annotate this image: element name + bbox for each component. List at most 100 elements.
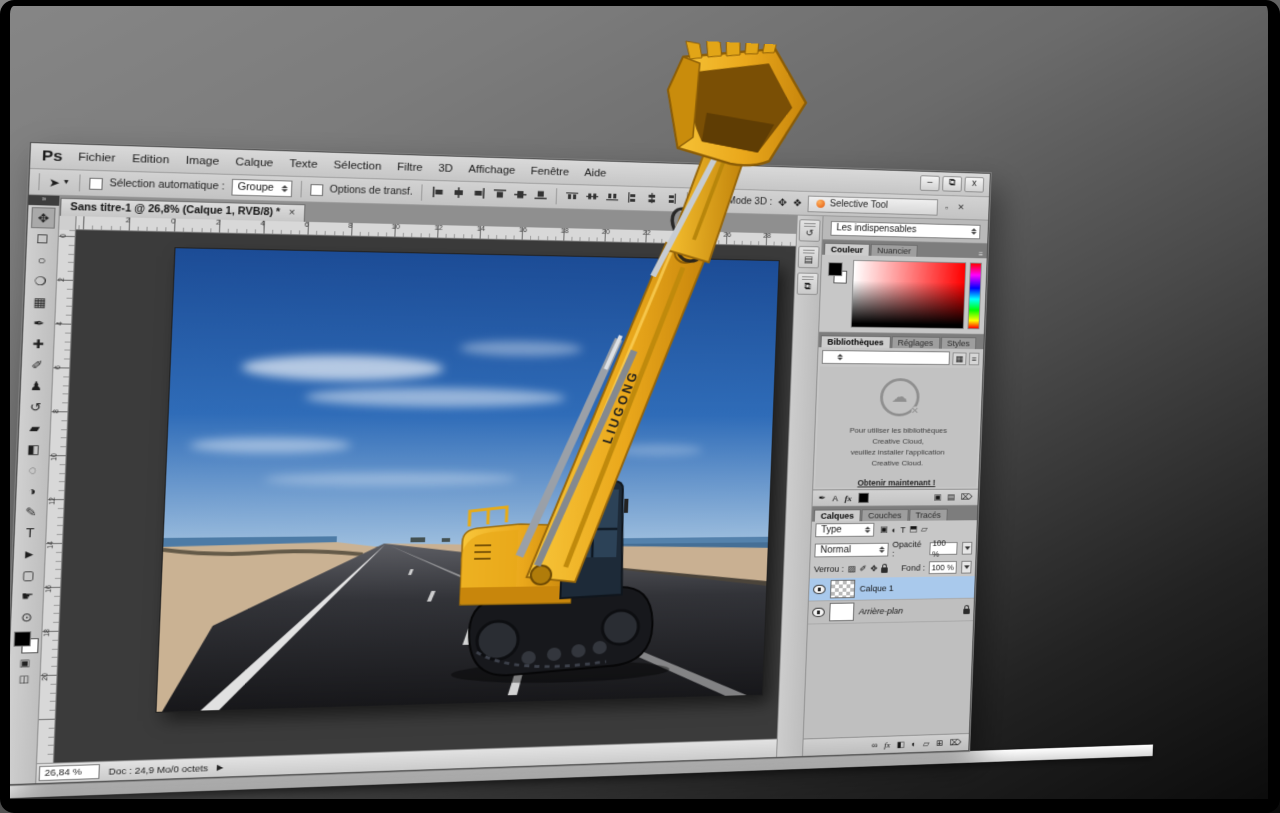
- shape-tool[interactable]: ▢: [16, 564, 41, 585]
- 3d-camera-icon[interactable]: ❖: [792, 197, 802, 209]
- group-layers-icon[interactable]: ▱: [923, 738, 930, 748]
- selective-tool-bar[interactable]: Selective Tool: [808, 195, 939, 215]
- filter-pixel-icon[interactable]: ▣: [880, 525, 888, 535]
- filter-type-icon[interactable]: T: [900, 525, 905, 534]
- quick-mask-mode[interactable]: ▣: [19, 658, 30, 669]
- stack-mini-icon[interactable]: ▤: [947, 492, 955, 502]
- info-panel-button[interactable]: ⧉: [797, 273, 819, 295]
- brush-tool[interactable]: ✐: [25, 354, 50, 375]
- workspace-dropdown[interactable]: Les indispensables: [830, 221, 980, 239]
- eraser-tool[interactable]: ▰: [22, 417, 47, 438]
- menu-affichage[interactable]: Affichage: [468, 163, 515, 176]
- layer-filter-dropdown[interactable]: Type: [815, 523, 874, 537]
- canvas-image[interactable]: [157, 248, 779, 712]
- menu-filtre[interactable]: Filtre: [397, 161, 423, 173]
- foreground-color-swatch[interactable]: [13, 631, 31, 646]
- auto-align-icon[interactable]: [696, 194, 710, 207]
- filter-shape-icon[interactable]: ⬒: [909, 524, 917, 534]
- distribute-bottom-icon[interactable]: [606, 191, 619, 204]
- 3d-rotate-icon[interactable]: ✥: [778, 197, 787, 209]
- tab-reglages[interactable]: Réglages: [891, 336, 940, 348]
- dodge-tool[interactable]: ◑: [20, 480, 45, 501]
- tab-calques[interactable]: Calques: [814, 509, 861, 521]
- properties-panel-button[interactable]: ▤: [798, 246, 820, 268]
- marquee-tool[interactable]: ☐: [30, 228, 55, 249]
- fx-icon[interactable]: fx: [845, 493, 852, 502]
- menu-edition[interactable]: Edition: [132, 153, 170, 166]
- pen-tool[interactable]: ✎: [19, 501, 44, 522]
- mask-mini-icon[interactable]: ▣: [933, 492, 941, 502]
- distribute-center-h-icon[interactable]: [646, 192, 658, 205]
- opacity-field[interactable]: 100 %: [929, 542, 957, 555]
- character-icon[interactable]: A: [832, 493, 838, 502]
- quick-selection-tool[interactable]: ❍: [28, 270, 53, 291]
- color-panel-swatches[interactable]: [824, 259, 849, 327]
- lock-all-icon[interactable]: [881, 567, 888, 573]
- healing-brush-tool[interactable]: ✚: [26, 333, 51, 354]
- fill-field[interactable]: 100 %: [929, 561, 957, 574]
- current-tool-icon[interactable]: ➤▼: [48, 175, 70, 190]
- auto-select-checkbox[interactable]: [89, 177, 103, 189]
- hue-strip[interactable]: [967, 262, 981, 329]
- close-button[interactable]: x: [964, 177, 984, 193]
- panel-menu-icon[interactable]: ≡: [975, 250, 987, 258]
- get-now-link[interactable]: Obtenir maintenant !: [857, 478, 935, 487]
- zoom-tool[interactable]: ⊙: [14, 606, 39, 627]
- tab-nuancier[interactable]: Nuancier: [870, 244, 917, 257]
- history-panel-button[interactable]: ↺: [799, 219, 821, 242]
- color-swatches[interactable]: [13, 631, 39, 654]
- grid-view-icon[interactable]: ▦: [952, 352, 966, 365]
- visibility-eye-icon[interactable]: [813, 585, 826, 594]
- layer-row-calque1[interactable]: Calque 1: [809, 576, 975, 601]
- align-bottom-icon[interactable]: [534, 189, 547, 203]
- minimize-button[interactable]: –: [920, 175, 940, 191]
- hand-tool[interactable]: ☛: [15, 585, 40, 606]
- layer-style-icon[interactable]: fx: [884, 740, 890, 749]
- menu-calque[interactable]: Calque: [235, 156, 273, 169]
- distribute-right-icon[interactable]: [665, 193, 677, 206]
- align-right-icon[interactable]: [473, 187, 486, 201]
- blend-mode-dropdown[interactable]: Normal: [814, 542, 888, 557]
- align-center-v-icon[interactable]: [514, 188, 527, 202]
- distribute-center-v-icon[interactable]: [586, 191, 599, 205]
- list-view-icon[interactable]: ≡: [969, 352, 980, 365]
- library-select[interactable]: [822, 350, 950, 365]
- blur-tool[interactable]: ◌: [20, 459, 45, 480]
- menu-fichier[interactable]: Fichier: [78, 151, 115, 164]
- screen-mode[interactable]: ◫: [18, 674, 29, 685]
- pen-style-icon[interactable]: ✒: [818, 493, 826, 503]
- align-top-icon[interactable]: [493, 188, 506, 202]
- panel-restore-button[interactable]: ▫: [943, 203, 950, 212]
- transform-options-checkbox[interactable]: [310, 184, 323, 196]
- lock-transparency-icon[interactable]: ▨: [848, 564, 856, 574]
- tab-couches[interactable]: Couches: [861, 509, 908, 521]
- panel-close-button[interactable]: ✕: [955, 203, 966, 213]
- menu-texte[interactable]: Texte: [289, 158, 318, 171]
- layer-thumbnail[interactable]: [830, 580, 855, 599]
- layer-name[interactable]: Calque 1: [860, 584, 894, 594]
- tab-styles[interactable]: Styles: [940, 337, 976, 349]
- menu-s-lection[interactable]: Sélection: [333, 159, 381, 172]
- tab-bibliotheques[interactable]: Bibliothèques: [820, 335, 890, 348]
- delete-layer-icon[interactable]: ⌦: [949, 737, 961, 747]
- gradient-tool[interactable]: ◧: [21, 438, 46, 459]
- path-selection-tool[interactable]: ►: [17, 543, 42, 564]
- visibility-eye-icon[interactable]: [812, 608, 825, 617]
- fill-caret[interactable]: [961, 561, 972, 574]
- filter-adjustment-icon[interactable]: ◐: [891, 525, 896, 534]
- eyedropper-tool[interactable]: ✒: [27, 312, 52, 333]
- layer-mask-icon[interactable]: ◧: [897, 739, 905, 749]
- filter-smart-icon[interactable]: ▱: [921, 524, 928, 534]
- menu-fen-tre[interactable]: Fenêtre: [530, 165, 569, 178]
- align-left-icon[interactable]: [431, 186, 444, 200]
- menu-3d[interactable]: 3D: [438, 162, 453, 174]
- lock-pixels-icon[interactable]: ✐: [859, 564, 867, 574]
- layer-thumbnail[interactable]: [829, 603, 854, 622]
- lasso-tool[interactable]: ○: [29, 249, 54, 270]
- restore-button[interactable]: ⧉: [942, 176, 962, 192]
- adjustment-layer-icon[interactable]: ◐: [911, 739, 916, 748]
- tools-collapse-button[interactable]: »: [29, 195, 60, 206]
- distribute-top-icon[interactable]: [566, 190, 579, 204]
- color-gradient-field[interactable]: [851, 260, 967, 329]
- color-chip[interactable]: [858, 493, 869, 503]
